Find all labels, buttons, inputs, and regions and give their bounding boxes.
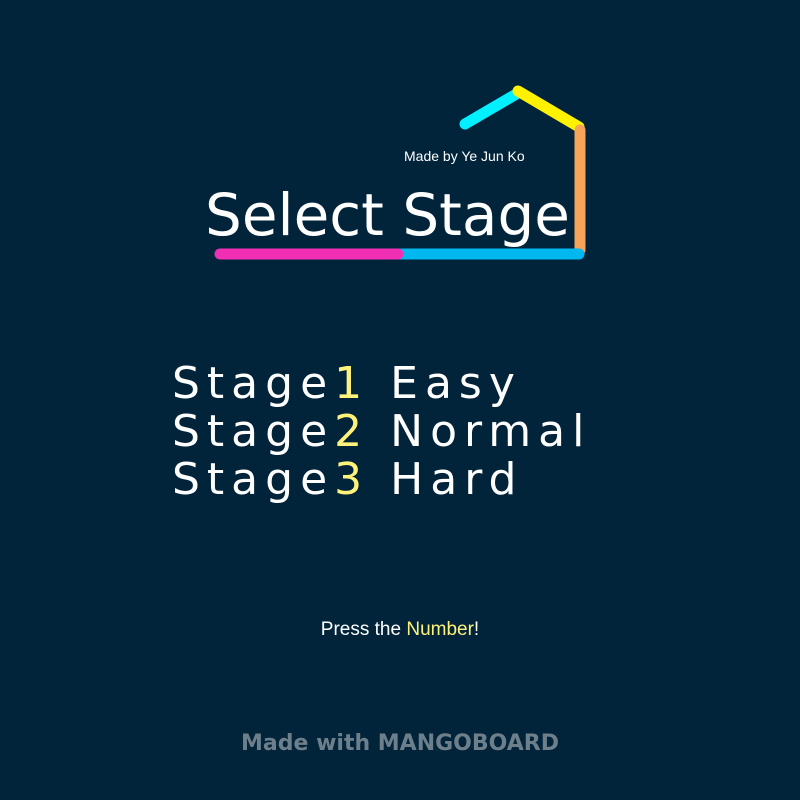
stage-difficulty: Easy xyxy=(390,358,522,409)
logo-line-cyan xyxy=(459,87,524,130)
footer-watermark: Made with MANGOBOARD xyxy=(241,731,559,756)
page-title: Select Stage xyxy=(205,181,570,249)
instruction-after: ! xyxy=(473,619,480,640)
stage-label: Stage xyxy=(172,406,335,457)
stage-label: Stage xyxy=(172,358,335,409)
stage-option-1[interactable]: Stage1 Easy xyxy=(172,360,591,408)
stage-number: 3 xyxy=(334,454,370,505)
instruction-before: Press the xyxy=(320,619,407,640)
stage-list: Stage1 Easy Stage2 Normal Stage3 Hard xyxy=(172,360,591,504)
author-credit: Made by Ye Jun Ko xyxy=(404,148,525,164)
stage-number: 1 xyxy=(334,358,370,409)
stage-option-2[interactable]: Stage2 Normal xyxy=(172,408,591,456)
stage-label: Stage xyxy=(172,454,335,505)
stage-number: 2 xyxy=(334,406,370,457)
stage-difficulty: Normal xyxy=(390,406,592,457)
instruction-text: Press the Number! xyxy=(0,619,800,641)
logo-line-yellow xyxy=(512,85,585,133)
instruction-highlight: Number xyxy=(406,619,474,640)
stage-difficulty: Hard xyxy=(390,454,524,505)
stage-option-3[interactable]: Stage3 Hard xyxy=(172,456,591,504)
